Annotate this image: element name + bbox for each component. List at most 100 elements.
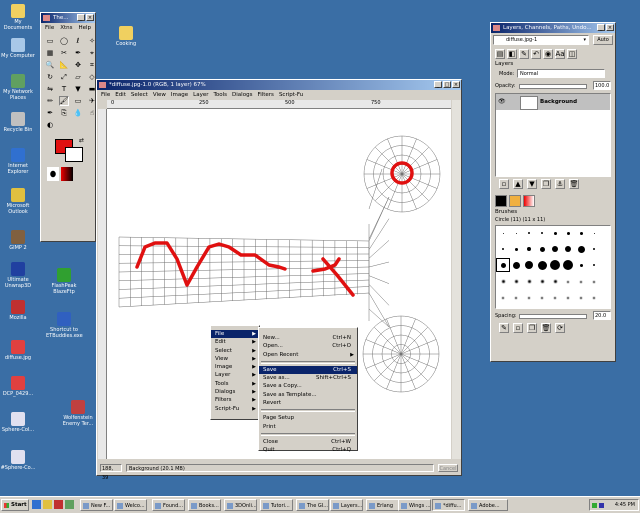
ink-icon[interactable]: ✒ (45, 108, 55, 118)
toolbox-titlebar[interactable]: The... _ × (41, 13, 95, 23)
brush-cell[interactable] (510, 227, 522, 239)
context-menu-item-layer[interactable]: Layer ▶ (211, 371, 259, 379)
brush-cell[interactable] (523, 243, 535, 255)
brush-cell[interactable] (496, 258, 510, 273)
taskbar-button[interactable]: 3DOnli... (224, 499, 257, 511)
ellipse-select-icon[interactable]: ◯ (59, 36, 69, 46)
menu-item-open[interactable]: Open... Ctrl+O (259, 342, 357, 350)
brush-cell[interactable] (510, 292, 522, 304)
desktop-icon[interactable]: GIMP 2 (0, 230, 36, 251)
dodge-burn-icon[interactable]: ◐ (45, 120, 55, 130)
desktop-icon[interactable]: Ultimate Unwrap3D (0, 262, 36, 289)
text-icon[interactable]: T (59, 84, 69, 94)
brush-cell[interactable] (497, 292, 509, 304)
measure-icon[interactable]: 📐 (59, 60, 69, 70)
brush-cell[interactable] (536, 243, 548, 255)
menu-view[interactable]: View (153, 91, 166, 99)
brush-cell[interactable] (575, 259, 587, 271)
pattern-swatch-small[interactable] (509, 195, 521, 207)
context-menu-item-filters[interactable]: Filters ▶ (211, 396, 259, 404)
context-menu-item-tools[interactable]: Tools ▶ (211, 380, 259, 388)
brush-cell[interactable] (562, 292, 574, 304)
foreground-swatch-small[interactable] (495, 195, 507, 207)
quick-launch-icon[interactable] (32, 500, 41, 509)
auto-button[interactable]: Auto (593, 35, 613, 45)
menu-file[interactable]: File (45, 24, 54, 32)
context-menu-item-scriptfu[interactable]: Script-Fu ▶ (211, 405, 259, 413)
menu-item-save-copy[interactable]: Save a Copy... (259, 382, 357, 390)
taskbar-button[interactable]: The GI... (296, 499, 329, 511)
brush-cell[interactable] (536, 227, 548, 239)
brush-cell[interactable] (575, 276, 587, 288)
anchor-layer-button[interactable]: ⚓ (555, 179, 565, 189)
delete-layer-button[interactable]: 🗑 (569, 179, 579, 189)
desktop-icon[interactable]: My Computer (0, 38, 36, 59)
pencil-icon[interactable]: ✏ (45, 96, 55, 106)
taskbar-button[interactable]: Erlang (366, 499, 399, 511)
gradient-swatch-small[interactable] (523, 195, 535, 207)
image-titlebar[interactable]: *diffuse.jpg-1.0 (RGB, 1 layer) 67% _ □ … (97, 80, 461, 90)
color-select-icon[interactable]: ▦ (45, 48, 55, 58)
tab-brushes[interactable]: ◉ (543, 49, 553, 59)
vertical-scrollbar[interactable] (452, 100, 461, 459)
brush-cell[interactable] (523, 276, 535, 288)
duplicate-brush-button[interactable]: ❐ (527, 323, 537, 333)
desktop-icon[interactable]: Shortcut to ETBuddies.exe (46, 312, 83, 339)
blur-icon[interactable]: 💧 (73, 108, 83, 118)
desktop-icon[interactable]: diffuse.jpg (0, 340, 36, 361)
taskbar-button[interactable]: New F... (80, 499, 113, 511)
taskbar-button[interactable]: Tutori... (260, 499, 293, 511)
brush-cell[interactable] (497, 276, 509, 288)
lasso-icon[interactable]: ℓ (73, 36, 83, 46)
taskbar-button[interactable]: Welco... (114, 499, 147, 511)
new-layer-button[interactable]: ▫ (499, 179, 509, 189)
brush-cell[interactable] (549, 243, 561, 255)
menu-item-revert[interactable]: Revert (259, 399, 357, 407)
tray-icon[interactable] (599, 503, 604, 508)
scissors-icon[interactable]: ✂ (59, 48, 69, 58)
menu-file[interactable]: File (101, 91, 110, 99)
menu-tools[interactable]: Tools (213, 91, 227, 99)
taskbar-button[interactable]: Layers... (330, 499, 363, 511)
brush-cell[interactable] (536, 292, 548, 304)
background-color-swatch[interactable] (65, 147, 83, 162)
quick-launch-icon[interactable] (54, 500, 63, 509)
desktop-icon[interactable]: My Documents (0, 4, 36, 31)
tab-layers[interactable]: ▤ (495, 49, 505, 59)
paintbrush-icon[interactable]: 🖌 (59, 96, 69, 106)
brush-cell[interactable] (588, 243, 600, 255)
brush-cell[interactable] (562, 243, 574, 255)
eraser-icon[interactable]: ▭ (73, 96, 83, 106)
menu-edit[interactable]: Edit (115, 91, 126, 99)
quick-launch-icon[interactable] (65, 500, 74, 509)
menu-image[interactable]: Image (171, 91, 188, 99)
layers-titlebar[interactable]: Layers, Channels, Paths, Undo... _ × (491, 23, 615, 33)
brush-cell[interactable] (510, 259, 522, 271)
raise-layer-button[interactable]: ▲ (513, 179, 523, 189)
menu-xtns[interactable]: Xtns (60, 24, 72, 32)
brush-cell[interactable] (562, 259, 574, 271)
desktop-icon[interactable]: Internet Explorer (0, 148, 36, 175)
close-button[interactable]: × (452, 81, 460, 88)
brush-pattern-preview[interactable] (47, 167, 89, 183)
spacing-slider[interactable] (519, 314, 587, 319)
menu-item-save-template[interactable]: Save as Template... (259, 391, 357, 399)
tab-fonts[interactable]: Aa (555, 49, 565, 59)
brush-cell[interactable] (562, 227, 574, 239)
context-menu-item-image[interactable]: Image ▶ (211, 363, 259, 371)
spacing-value[interactable]: 20.0 (593, 311, 611, 320)
zoom-icon[interactable]: 🔍 (45, 60, 55, 70)
taskbar-button[interactable]: *diffu... (432, 499, 465, 511)
tab-channels[interactable]: ◧ (507, 49, 517, 59)
desktop-icon-cooking[interactable]: Cooking (108, 26, 144, 47)
color-picker-icon[interactable]: ⌖ (87, 48, 97, 58)
brush-cell[interactable] (588, 276, 600, 288)
brush-cell[interactable] (536, 259, 548, 271)
edit-brush-button[interactable]: ✎ (499, 323, 509, 333)
brush-cell[interactable] (575, 227, 587, 239)
brush-cell[interactable] (549, 276, 561, 288)
menu-item-quit[interactable]: Quit Ctrl+Q (259, 446, 357, 454)
brush-cell[interactable] (536, 276, 548, 288)
brush-cell[interactable] (510, 243, 522, 255)
taskbar-button[interactable]: Adobe... (468, 499, 508, 511)
